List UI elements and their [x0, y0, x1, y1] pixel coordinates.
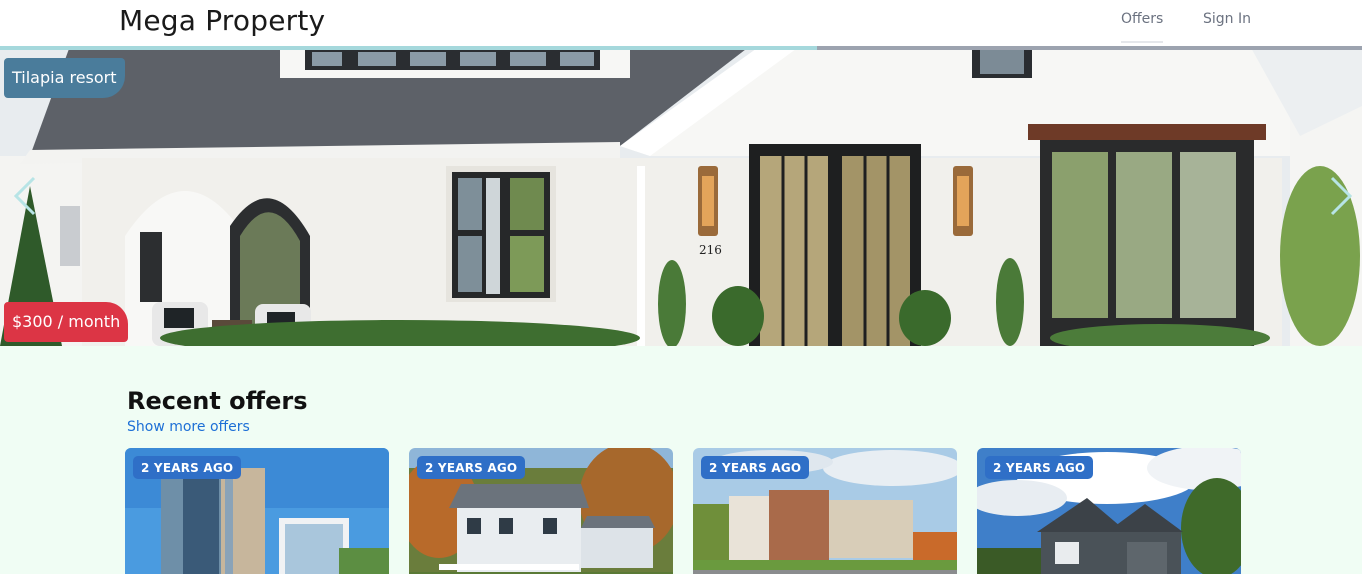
- nav-offers-link[interactable]: Offers: [1121, 11, 1164, 43]
- navbar: Mega Property Offers Sign In: [0, 0, 1362, 46]
- nav-sign-in-link[interactable]: Sign In: [1203, 11, 1251, 41]
- property-price-badge: $300 / month: [4, 302, 129, 342]
- posted-time-badge: 2 YEARS AGO: [417, 456, 526, 479]
- hero-carousel[interactable]: 216 Tilapia resort $300 / month: [0, 46, 1362, 346]
- show-more-offers-link[interactable]: Show more offers: [127, 419, 250, 435]
- posted-time-badge: 2 YEARS AGO: [701, 456, 810, 479]
- chevron-left-icon[interactable]: [10, 174, 40, 218]
- property-name-badge: Tilapia resort: [4, 58, 125, 98]
- offer-card[interactable]: 2 YEARS AGO: [409, 448, 673, 574]
- chevron-right-icon[interactable]: [1326, 174, 1356, 218]
- brand-logo[interactable]: Mega Property: [119, 4, 325, 37]
- recent-offers-title: Recent offers: [127, 387, 308, 415]
- house-number: 216: [699, 243, 722, 257]
- offer-card[interactable]: 2 YEARS AGO: [125, 448, 389, 574]
- posted-time-badge: 2 YEARS AGO: [985, 456, 1094, 479]
- carousel-progress-track: [0, 46, 1362, 50]
- posted-time-badge: 2 YEARS AGO: [133, 456, 242, 479]
- hero-house-photo: 216: [0, 46, 1362, 346]
- offer-card[interactable]: 2 YEARS AGO: [693, 448, 957, 574]
- offer-card[interactable]: 2 YEARS AGO: [977, 448, 1241, 574]
- carousel-progress-fill: [0, 46, 818, 50]
